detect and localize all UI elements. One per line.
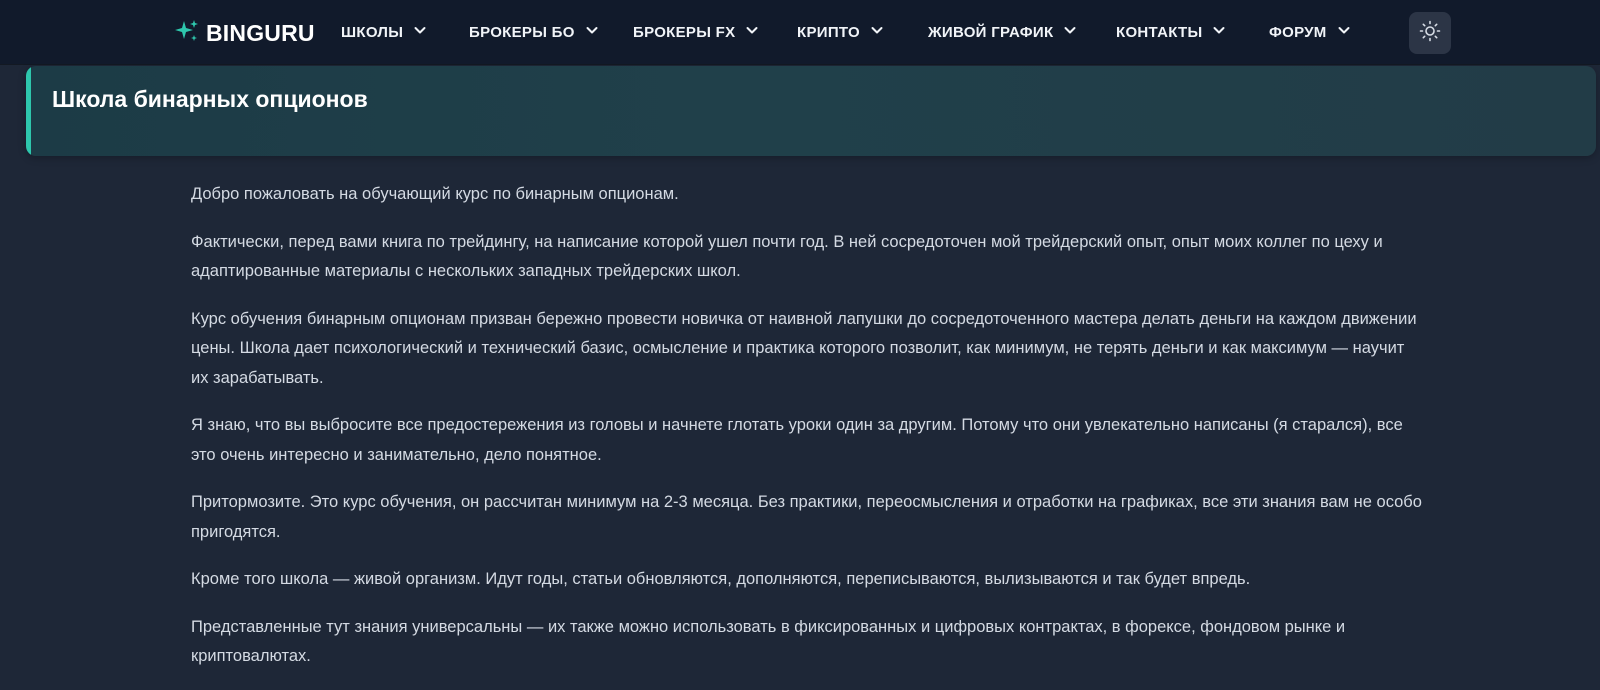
nav-item-label: ФОРУМ: [1269, 23, 1327, 41]
nav-item-schools[interactable]: ШКОЛЫ: [341, 20, 427, 44]
nav-item-crypto[interactable]: КРИПТО: [797, 20, 884, 44]
sparkle-icon: [174, 18, 200, 49]
logo-text: BINGURU: [206, 19, 315, 46]
top-navigation-bar: BINGURU ШКОЛЫ БРОКЕРЫ БО БРОКЕРЫ FX КРИП…: [0, 0, 1600, 64]
nav-item-contacts[interactable]: КОНТАКТЫ: [1116, 20, 1226, 44]
article-paragraph: Представленные тут знания универсальны —…: [191, 617, 1346, 666]
theme-toggle-button[interactable]: [1409, 12, 1451, 54]
article-paragraph: Добро пожаловать на обучающий курс по би…: [191, 185, 679, 203]
nav-item-forum[interactable]: ФОРУМ: [1269, 20, 1351, 44]
article-paragraph: Курс обучения бинарным опционам призван …: [191, 309, 1417, 387]
nav-item-label: КОНТАКТЫ: [1116, 23, 1203, 41]
article-paragraph: Я знаю, что вы выбросите все предостереж…: [191, 416, 1403, 464]
site-logo[interactable]: BINGURU: [174, 18, 315, 48]
article-paragraph: Притормозите. Это курс обучения, он расс…: [191, 493, 1422, 541]
nav-item-label: КРИПТО: [797, 23, 860, 41]
nav-item-label: ШКОЛЫ: [341, 23, 404, 41]
chevron-down-icon: [1337, 23, 1351, 41]
nav-item-label: БРОКЕРЫ FX: [633, 23, 736, 41]
sun-icon: [1419, 20, 1441, 47]
nav-item-live-chart[interactable]: ЖИВОЙ ГРАФИК: [928, 20, 1077, 44]
chevron-down-icon: [585, 23, 599, 41]
page-title: Школа бинарных опционов: [52, 86, 368, 112]
chevron-down-icon: [1212, 23, 1226, 41]
chevron-down-icon: [745, 23, 759, 41]
article-body: Добро пожаловать на обучающий курс по би…: [191, 180, 1426, 690]
chevron-down-icon: [870, 23, 884, 41]
nav-item-brokers-bo[interactable]: БРОКЕРЫ БО: [469, 20, 599, 44]
nav-item-label: БРОКЕРЫ БО: [469, 23, 575, 41]
article-paragraph: Кроме того школа — живой организм. Идут …: [191, 570, 1251, 588]
page-title-banner: Школа бинарных опционов: [26, 66, 1596, 156]
article-paragraph: Фактически, перед вами книга по трейдинг…: [191, 232, 1383, 281]
chevron-down-icon: [413, 23, 427, 41]
nav-item-brokers-fx[interactable]: БРОКЕРЫ FX: [633, 20, 759, 44]
nav-item-label: ЖИВОЙ ГРАФИК: [928, 23, 1054, 41]
chevron-down-icon: [1063, 23, 1077, 41]
